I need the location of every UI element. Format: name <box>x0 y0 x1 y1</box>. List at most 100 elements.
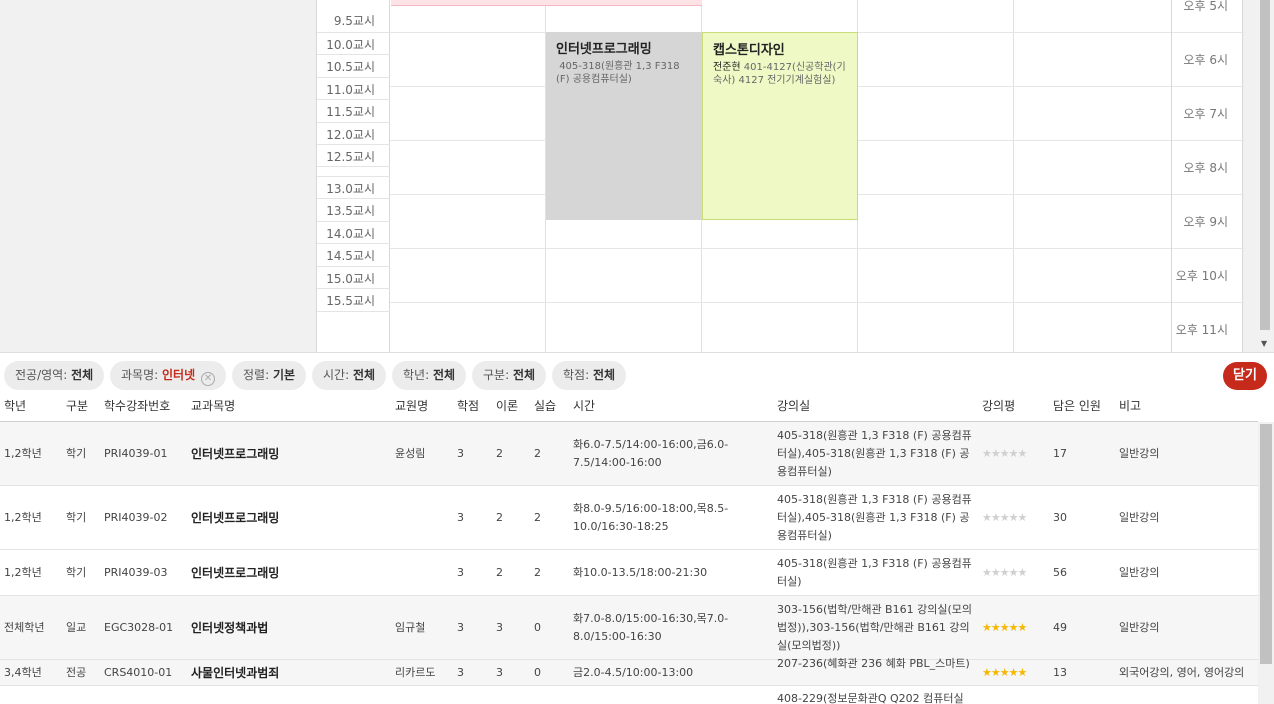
filter-chip-category[interactable]: 구분: 전체 <box>472 361 547 390</box>
cell-count: 17 <box>1053 447 1067 460</box>
cell-time: 화7.0-8.0/15:00-16:30,목7.0-8.0/15:00-16:3… <box>573 612 729 643</box>
cell-note: 외국어강의, 영어, 영어강의 <box>1119 666 1245 679</box>
cell-practice: 0 <box>534 621 541 634</box>
cell-practice: 2 <box>534 447 541 460</box>
close-button[interactable]: 닫기 <box>1223 362 1267 390</box>
period-label: 13.5교시 <box>326 204 375 218</box>
timetable-grid: 9.5교시 10.0교시 10.5교시 11.0교시 11.5교시 12.0교시 12.5교… <box>316 0 1172 352</box>
course-block-room-text: 405-318(원흥관 1,3 F318 (F) 공용컴퓨터실) <box>556 61 680 85</box>
cell-prof: 임규철 <box>395 621 426 634</box>
cell-theory: 2 <box>496 566 503 579</box>
hour-label: 오후 10시 <box>1175 269 1228 283</box>
star-icon: ★ <box>982 511 992 524</box>
column-header-practice[interactable]: 실습 <box>534 397 556 414</box>
star-icon: ★ <box>1008 666 1019 679</box>
course-block-partial[interactable] <box>391 0 702 6</box>
cell-practice: 2 <box>534 511 541 524</box>
column-header-saved-count[interactable]: 담은 인원 <box>1053 397 1101 414</box>
filter-chip-credit[interactable]: 학점: 전체 <box>552 361 627 390</box>
table-row[interactable]: 1,2학년 학기 PRI4039-01 인터넷프로그래밍 윤성림 3 2 2 화6.0-7.5/… <box>0 422 1258 486</box>
cell-note: 일반강의 <box>1119 621 1160 634</box>
period-column: 9.5교시 10.0교시 10.5교시 11.0교시 11.5교시 12.0교시 12.5교… <box>317 0 390 352</box>
cell-practice: 2 <box>534 566 541 579</box>
table-row[interactable]: 1,2학년 학기 PRI4039-02 인터넷프로그래밍 3 2 2 화8.0-9.5/16:… <box>0 486 1258 550</box>
cell-theory: 2 <box>496 447 503 460</box>
star-icon: ★ <box>999 621 1010 634</box>
column-header-grade[interactable]: 학년 <box>4 397 26 414</box>
cell-room: 303-156(법학/만해관 B161 강의실(모의법정)),303-156(법… <box>777 603 972 652</box>
cell-credit: 3 <box>457 666 464 679</box>
period-label: 12.5교시 <box>326 150 375 164</box>
cell-room: 207-236(혜화관 236 혜화 PBL_스마트) <box>777 657 970 670</box>
cell-prof: 리카르도 <box>395 666 436 679</box>
hour-label: 오후 8시 <box>1183 161 1228 175</box>
period-label: 14.0교시 <box>326 227 375 241</box>
column-header-room[interactable]: 강의실 <box>777 397 810 414</box>
cell-theory: 3 <box>496 621 503 634</box>
period-label: 10.5교시 <box>326 60 375 74</box>
day-column-fri <box>1014 0 1172 352</box>
filter-chip-course-name[interactable]: 과목명: 인터넷 ✕ <box>110 361 227 390</box>
star-icon: ★ <box>1008 511 1019 524</box>
scrollbar-thumb[interactable] <box>1260 424 1272 664</box>
cell-theory: 2 <box>496 511 503 524</box>
column-header-note[interactable]: 비고 <box>1119 397 1141 414</box>
star-icon: ★ <box>1017 666 1028 679</box>
cell-name: 사물인터넷과범죄 <box>191 666 280 680</box>
cell-code: PRI4039-02 <box>104 511 168 524</box>
list-scrollbar[interactable] <box>1258 422 1274 704</box>
column-header-course-name[interactable]: 교과목명 <box>191 397 235 414</box>
cell-room: 405-318(원흥관 1,3 F318 (F) 공용컴퓨터실),405-318… <box>777 493 972 542</box>
filter-label: 학점: <box>563 368 590 382</box>
column-header-theory[interactable]: 이론 <box>496 397 518 414</box>
star-icon: ★ <box>1008 447 1019 460</box>
cell-theory: 3 <box>496 666 503 679</box>
star-icon: ★ <box>982 566 992 579</box>
course-block-capstone-design[interactable]: 캡스톤디자인 전준현 401-4127(신공학관(기숙사) 4127 전기기계실… <box>702 32 858 220</box>
cell-grade: 3,4학년 <box>4 666 42 679</box>
filter-chip-sort[interactable]: 정렬: 기본 <box>232 361 307 390</box>
table-row[interactable]: 1,2학년 학기 PRI4039-03 인터넷프로그래밍 3 2 2 화10.0-13.5/1… <box>0 550 1258 596</box>
filter-value: 전체 <box>352 368 376 382</box>
column-header-time[interactable]: 시간 <box>573 397 595 414</box>
star-icon: ★ <box>990 511 1001 524</box>
star-icon: ★ <box>1008 566 1019 579</box>
hour-label: 오후 7시 <box>1183 107 1228 121</box>
column-header-code[interactable]: 학수강좌번호 <box>104 397 170 414</box>
table-row[interactable]: 408-229(정보문화관Q Q202 컴퓨터실 <box>0 686 1258 704</box>
cell-grade: 1,2학년 <box>4 447 42 460</box>
filter-chip-grade[interactable]: 학년: 전체 <box>392 361 467 390</box>
course-block-internet-programming[interactable]: 인터넷프로그래밍 405-318(원흥관 1,3 F318 (F) 공용컴퓨터실… <box>546 32 702 220</box>
filter-chip-major[interactable]: 전공/영역: 전체 <box>4 361 105 390</box>
cell-code: EGC3028-01 <box>104 621 174 634</box>
cell-credit: 3 <box>457 566 464 579</box>
table-row[interactable]: 전체학년 일교 EGC3028-01 인터넷정책과법 임규철 3 3 0 화7.0-8.0/15… <box>0 596 1258 660</box>
column-header-credit[interactable]: 학점 <box>457 397 479 414</box>
scroll-down-arrow-icon[interactable]: ▼ <box>1261 339 1267 348</box>
filter-chip-time[interactable]: 시간: 전체 <box>312 361 387 390</box>
timetable-scrollbar[interactable]: ▼ <box>1258 0 1272 352</box>
cell-time: 화10.0-13.5/18:00-21:30 <box>573 566 708 579</box>
filter-value: 전체 <box>71 368 94 382</box>
star-icon: ★ <box>999 447 1010 460</box>
filter-label: 구분: <box>483 368 510 382</box>
star-icon: ★ <box>1017 511 1028 524</box>
day-column-mon <box>390 0 546 352</box>
cell-grade: 1,2학년 <box>4 566 42 579</box>
filter-label: 전공/영역: <box>15 368 68 382</box>
scrollbar-thumb[interactable] <box>1260 0 1270 330</box>
clear-filter-icon[interactable]: ✕ <box>201 372 216 386</box>
column-header-type[interactable]: 구분 <box>66 397 88 414</box>
hour-label: 오후 5시 <box>1183 0 1228 13</box>
column-header-rating[interactable]: 강의평 <box>982 397 1015 414</box>
cell-room: 408-229(정보문화관Q Q202 컴퓨터실 <box>777 692 964 704</box>
filter-value: 전체 <box>432 368 456 382</box>
table-row[interactable]: 3,4학년 전공 CRS4010-01 사물인터넷과범죄 리카르도 3 3 0 금2.0-4.5… <box>0 657 1258 686</box>
star-icon: ★ <box>999 566 1010 579</box>
cell-practice: 0 <box>534 666 541 679</box>
cell-credit: 3 <box>457 511 464 524</box>
cell-name: 인터넷프로그래밍 <box>191 447 280 461</box>
column-header-professor[interactable]: 교원명 <box>395 397 428 414</box>
star-icon: ★ <box>990 621 1001 634</box>
star-icon: ★ <box>982 666 992 679</box>
